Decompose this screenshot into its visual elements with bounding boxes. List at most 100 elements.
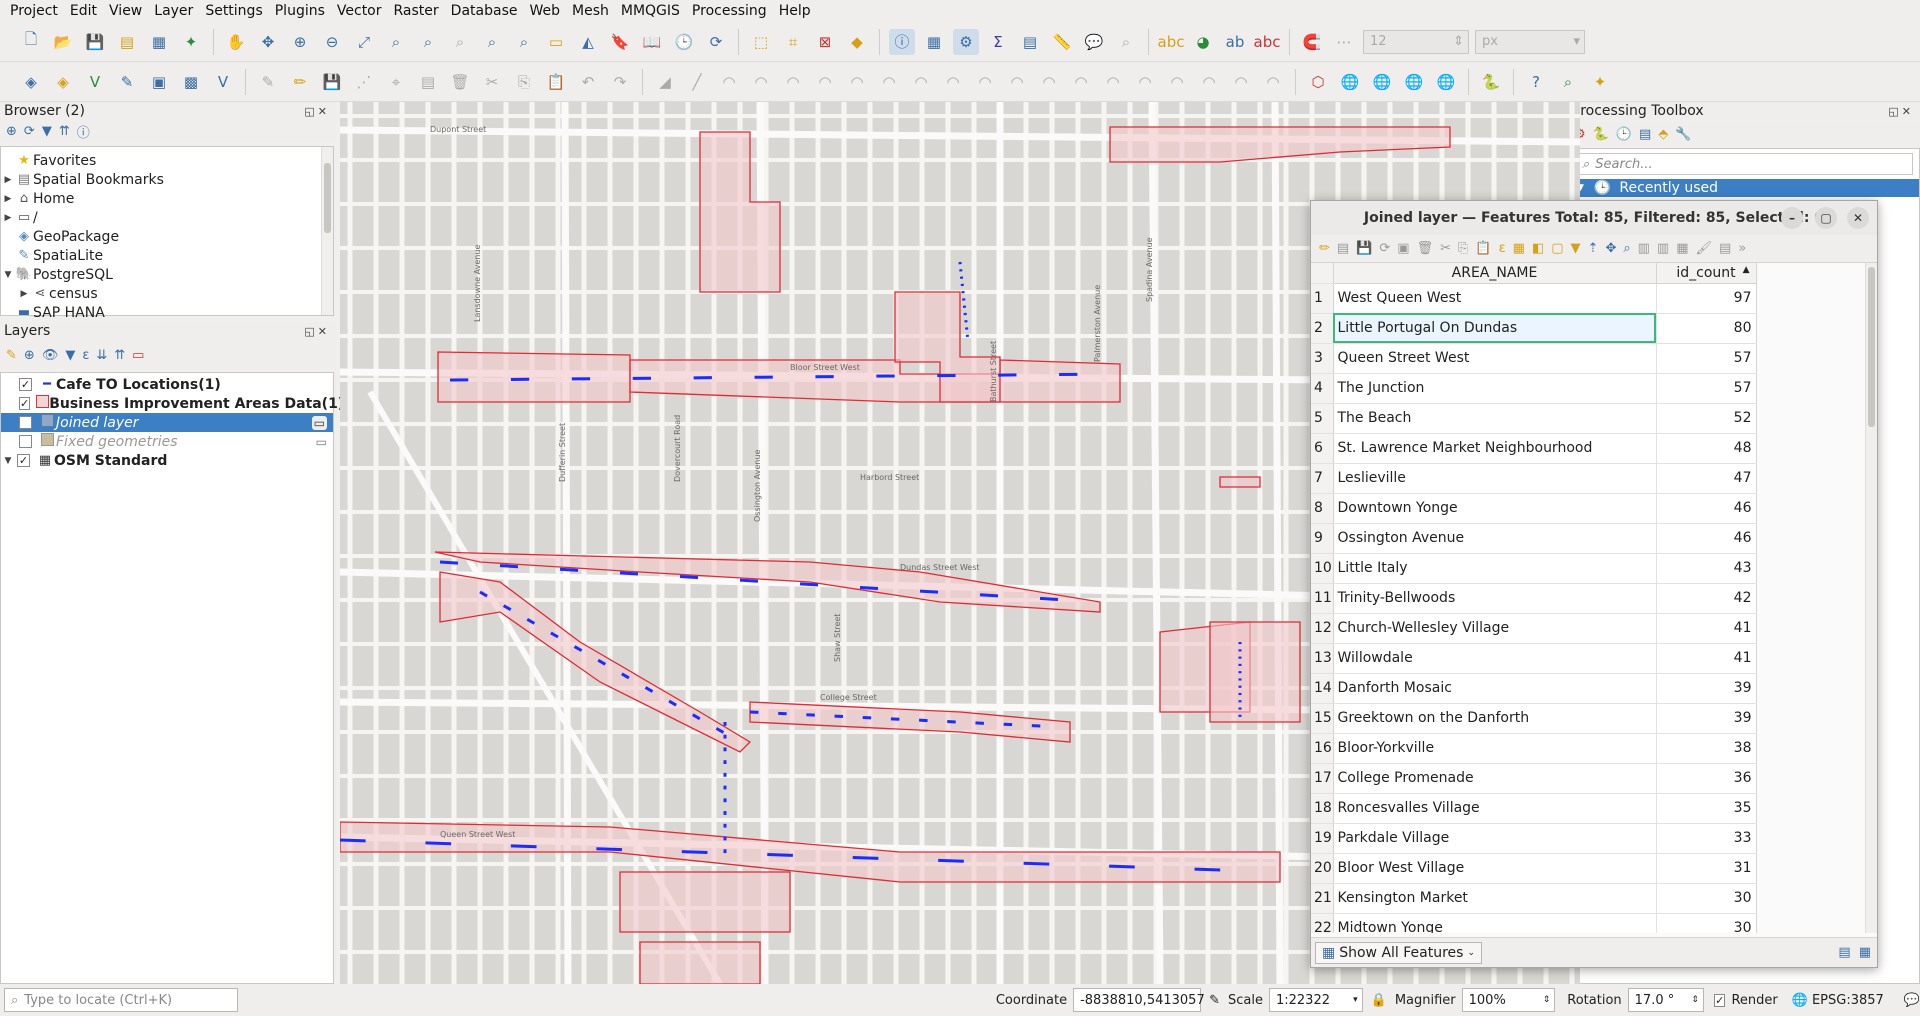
- current-edits-icon[interactable]: ✎: [255, 69, 281, 95]
- row-number[interactable]: 1: [1311, 283, 1334, 314]
- cell-id-count[interactable]: 97: [1656, 283, 1757, 314]
- table-row[interactable]: 21 Kensington Market 30: [1311, 883, 1757, 914]
- toggle-editing-icon[interactable]: ✏: [287, 69, 313, 95]
- cut-table-icon[interactable]: ✂: [1440, 241, 1451, 256]
- layer-checkbox[interactable]: [19, 435, 32, 448]
- cell-id-count[interactable]: 41: [1656, 643, 1757, 674]
- table-row[interactable]: 8 Downtown Yonge 46: [1311, 493, 1757, 524]
- cell-area-name[interactable]: College Promenade: [1333, 763, 1657, 794]
- row-number[interactable]: 22: [1311, 913, 1334, 933]
- zoom-in-icon[interactable]: ⊕: [287, 29, 313, 55]
- cell-id-count[interactable]: 30: [1656, 913, 1757, 933]
- magnifier-field[interactable]: 100% ⇕: [1461, 988, 1556, 1012]
- new-print-layout-icon[interactable]: ▤: [114, 29, 140, 55]
- advanced-digitizing-icon-17[interactable]: ◠: [1228, 69, 1254, 95]
- scripts-icon[interactable]: 🐍: [1593, 127, 1609, 142]
- menu-project[interactable]: Project: [4, 3, 64, 19]
- actions-icon[interactable]: »: [1738, 241, 1746, 256]
- wfs-search-icon[interactable]: 🌐: [1369, 69, 1395, 95]
- add-vector-icon[interactable]: ◈: [18, 69, 44, 95]
- expression-select-icon[interactable]: ε: [1499, 241, 1506, 256]
- table-row[interactable]: 3 Queen Street West 57: [1311, 343, 1757, 374]
- toggle-edit-icon[interactable]: ✏: [1319, 241, 1330, 256]
- row-number[interactable]: 21: [1311, 883, 1334, 914]
- select-all-icon[interactable]: ▦: [1513, 241, 1525, 256]
- row-number[interactable]: 10: [1311, 553, 1334, 584]
- cell-area-name[interactable]: Trinity-Bellwoods: [1333, 583, 1657, 614]
- table-row[interactable]: 22 Midtown Yonge 30: [1311, 913, 1757, 933]
- advanced-digitizing-icon-18[interactable]: ◠: [1260, 69, 1286, 95]
- browser-scrollbar[interactable]: [321, 147, 333, 315]
- invert-selection-icon[interactable]: ◧: [1532, 241, 1544, 256]
- cell-id-count[interactable]: 52: [1656, 403, 1757, 434]
- column-header-area-name[interactable]: AREA_NAME: [1333, 263, 1657, 284]
- cell-id-count[interactable]: 31: [1656, 853, 1757, 884]
- edit-features-icon[interactable]: ⬘: [1658, 127, 1668, 142]
- row-number[interactable]: 4: [1311, 373, 1334, 404]
- cell-id-count[interactable]: 36: [1656, 763, 1757, 794]
- cell-area-name[interactable]: Church-Wellesley Village: [1333, 613, 1657, 644]
- cell-id-count[interactable]: 57: [1656, 373, 1757, 404]
- table-row[interactable]: 16 Bloor-Yorkville 38: [1311, 733, 1757, 764]
- zoom-full-icon[interactable]: ⤢: [351, 29, 377, 55]
- filter-expression-icon[interactable]: ε: [82, 348, 89, 363]
- layer-checkbox[interactable]: ✓: [19, 397, 31, 410]
- messages-icon[interactable]: 💬: [1904, 993, 1920, 1008]
- collapse-all-icon[interactable]: ⇈: [59, 124, 70, 139]
- cell-id-count[interactable]: 48: [1656, 433, 1757, 464]
- browser-item-geopackage[interactable]: ◈ GeoPackage: [1, 227, 333, 246]
- delete-feature-icon[interactable]: 🗑: [1417, 241, 1434, 256]
- table-row[interactable]: 20 Bloor West Village 31: [1311, 853, 1757, 884]
- scale-field[interactable]: 1:22322 ▾: [1268, 988, 1363, 1012]
- row-number[interactable]: 11: [1311, 583, 1334, 614]
- pan-to-selection-icon[interactable]: ✥: [255, 29, 281, 55]
- globe-icon[interactable]: 🌐: [1433, 69, 1459, 95]
- cell-id-count[interactable]: 80: [1656, 313, 1757, 344]
- panel-controls-icon[interactable]: ◱✕: [304, 105, 330, 118]
- deselect-icon[interactable]: ⊠: [812, 29, 838, 55]
- coordinate-field[interactable]: -8838810,5413057: [1073, 988, 1205, 1012]
- zoom-native-icon[interactable]: ⌕: [447, 29, 473, 55]
- menu-vector[interactable]: Vector: [331, 3, 388, 19]
- diagram-icon[interactable]: ◕: [1190, 29, 1216, 55]
- zoom-layer-icon[interactable]: ⌕: [415, 29, 441, 55]
- cell-id-count[interactable]: 30: [1656, 883, 1757, 914]
- style-manager-icon[interactable]: ✦: [178, 29, 204, 55]
- identify-features-icon[interactable]: ⓘ: [889, 28, 915, 55]
- table-row[interactable]: 9 Ossington Avenue 46: [1311, 523, 1757, 554]
- table-row[interactable]: 11 Trinity-Bellwoods 42: [1311, 583, 1757, 614]
- advanced-digitizing-icon-4[interactable]: ◠: [812, 69, 838, 95]
- save-edits-icon[interactable]: 💾: [319, 69, 345, 95]
- layer-cafe-to[interactable]: ✓ ━ Cafe TO Locations(1): [1, 375, 333, 394]
- row-number[interactable]: 15: [1311, 703, 1334, 734]
- dock-icon[interactable]: ▤: [1719, 241, 1731, 256]
- add-wfs-icon[interactable]: V: [210, 69, 236, 95]
- filter-legend-icon[interactable]: ▼: [65, 348, 75, 363]
- quickmapservices-icon[interactable]: ⌕: [1555, 69, 1581, 95]
- row-number[interactable]: 7: [1311, 463, 1334, 494]
- move-selection-top-icon[interactable]: ⇡: [1588, 241, 1599, 256]
- cell-area-name[interactable]: Kensington Market: [1333, 883, 1657, 914]
- paste-icon[interactable]: 📋: [543, 69, 569, 95]
- browser-item-spatialite[interactable]: ✎ SpatiaLite: [1, 246, 333, 265]
- cell-area-name[interactable]: Downtown Yonge: [1333, 493, 1657, 524]
- cell-id-count[interactable]: 39: [1656, 673, 1757, 704]
- add-spatialite-icon[interactable]: ✎: [114, 69, 140, 95]
- select-location-icon[interactable]: ◆: [844, 29, 870, 55]
- browser-item-postgresql[interactable]: ▼ 🐘 PostgreSQL: [1, 265, 333, 284]
- layer-style-icon[interactable]: ✎: [6, 348, 17, 363]
- browser-item-home[interactable]: ▶ ⌂ Home: [1, 189, 333, 208]
- table-row[interactable]: 12 Church-Wellesley Village 41: [1311, 613, 1757, 644]
- advanced-digitizing-icon-14[interactable]: ◠: [1132, 69, 1158, 95]
- vertex-tool-icon[interactable]: ⌖: [383, 69, 409, 95]
- refresh-browser-icon[interactable]: ⟳: [24, 124, 35, 139]
- layer-fixed-geometries[interactable]: Fixed geometries ▭: [1, 432, 333, 451]
- add-group-icon[interactable]: ⊕: [24, 348, 35, 363]
- advanced-digitizing-icon-16[interactable]: ◠: [1196, 69, 1222, 95]
- cell-area-name[interactable]: St. Lawrence Market Neighbourhood: [1333, 433, 1657, 464]
- advanced-digitizing-icon-6[interactable]: ◠: [876, 69, 902, 95]
- cell-area-name[interactable]: Leslieville: [1333, 463, 1657, 494]
- digitize-icon[interactable]: ⋰: [351, 69, 377, 95]
- undo-icon[interactable]: ↶: [575, 69, 601, 95]
- advanced-digitizing-icon-1[interactable]: ◠: [716, 69, 742, 95]
